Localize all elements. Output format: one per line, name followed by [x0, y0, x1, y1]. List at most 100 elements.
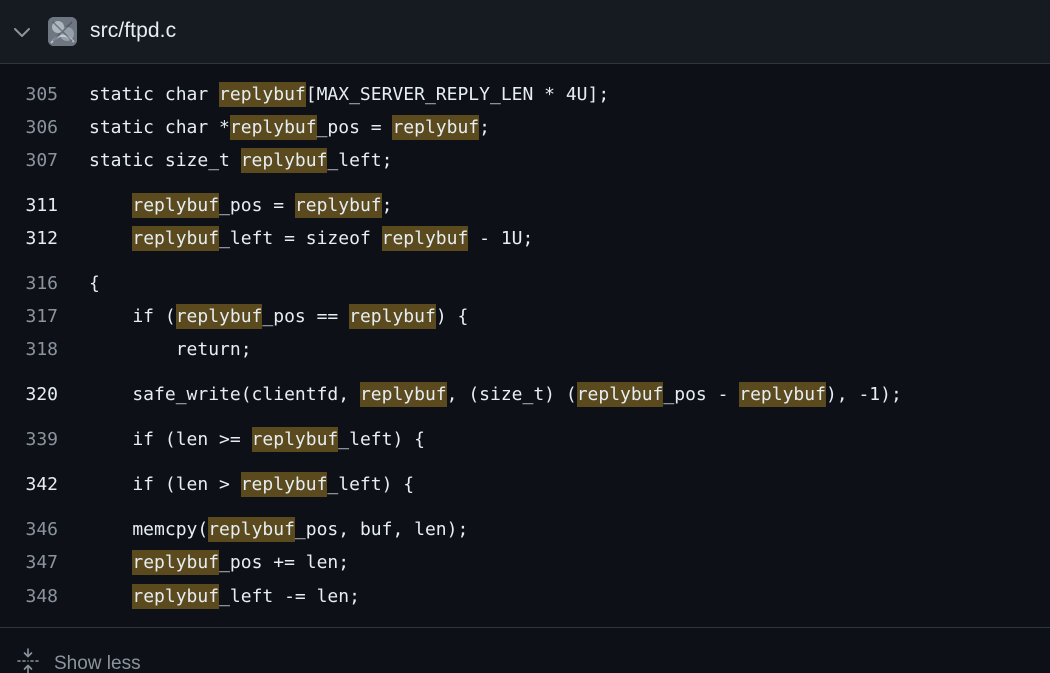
- search-match-highlight: replybuf: [208, 517, 295, 542]
- code-line: 311 replybuf_pos = replybuf;: [0, 191, 1050, 221]
- search-match-highlight: replybuf: [349, 304, 436, 329]
- line-number[interactable]: 342: [0, 470, 58, 500]
- line-number[interactable]: 318: [0, 335, 58, 365]
- code-token: , (size_t) (: [446, 384, 577, 405]
- search-match-highlight: replybuf: [132, 193, 220, 218]
- search-match-highlight: replybuf: [229, 115, 317, 140]
- code-token: ;: [479, 117, 490, 138]
- show-less-button[interactable]: Show less: [16, 648, 141, 673]
- snippet-footer: Show less: [0, 627, 1050, 673]
- code-token: _pos += len;: [219, 552, 350, 573]
- code-line: 306 static char *replybuf_pos = replybuf;: [0, 113, 1050, 143]
- search-match-highlight: replybuf: [392, 115, 480, 140]
- code-token: static char: [89, 84, 220, 105]
- code-token: _left;: [327, 150, 393, 171]
- search-match-highlight: replybuf: [132, 550, 220, 575]
- code-line: 312 replybuf_left = sizeof replybuf - 1U…: [0, 224, 1050, 254]
- search-match-highlight: replybuf: [359, 382, 447, 407]
- code-token: if (len >=: [89, 429, 252, 450]
- code-line: 348 replybuf_left -= len;: [0, 582, 1050, 612]
- line-number[interactable]: 311: [0, 191, 58, 221]
- code-token: ;: [381, 195, 393, 216]
- code-token: _pos =: [219, 195, 295, 216]
- search-match-highlight: replybuf: [739, 382, 826, 407]
- search-match-highlight: replybuf: [175, 304, 263, 329]
- code-token: _pos ==: [262, 306, 350, 327]
- line-number[interactable]: 307: [0, 146, 58, 176]
- code-token: _left = sizeof: [219, 228, 382, 249]
- code-token: _left) {: [327, 474, 415, 495]
- code-token: _left) {: [338, 429, 425, 450]
- line-number[interactable]: 305: [0, 80, 58, 110]
- code-line: 346 memcpy(replybuf_pos, buf, len);: [0, 515, 1050, 545]
- code-text: {: [89, 269, 100, 299]
- show-less-label: Show less: [54, 652, 141, 673]
- search-match-highlight: replybuf: [240, 148, 328, 173]
- search-match-highlight: replybuf: [219, 82, 306, 107]
- code-text: if (len >= replybuf_left) {: [89, 425, 425, 455]
- code-snippet: 305 static char replybuf[MAX_SERVER_REPLY…: [0, 64, 1050, 627]
- code-token: memcpy(: [89, 519, 209, 540]
- code-token: [MAX_SERVER_REPLY_LEN * 4U];: [305, 84, 610, 105]
- code-token: if (: [89, 306, 176, 327]
- line-number[interactable]: 339: [0, 425, 58, 455]
- code-search-result: src/ftpd.c 305 static char replybuf[MAX_S…: [0, 0, 1050, 673]
- code-text: static size_t replybuf_left;: [89, 146, 392, 176]
- code-line: 342 if (len > replybuf_left) {: [0, 470, 1050, 500]
- code-text: if (replybuf_pos == replybuf) {: [89, 302, 468, 332]
- code-token: static size_t: [89, 150, 241, 171]
- line-number[interactable]: 346: [0, 515, 58, 545]
- search-match-highlight: replybuf: [294, 193, 382, 218]
- code-token: _pos -: [663, 384, 740, 405]
- line-number[interactable]: 306: [0, 113, 58, 143]
- code-text: memcpy(replybuf_pos, buf, len);: [89, 515, 468, 545]
- search-match-highlight: replybuf: [381, 226, 469, 251]
- code-text: if (len > replybuf_left) {: [89, 470, 414, 500]
- file-path-link[interactable]: src/ftpd.c: [90, 19, 176, 43]
- search-match-highlight: replybuf: [251, 427, 339, 452]
- code-token: return;: [89, 339, 252, 360]
- code-token: _pos =: [316, 117, 393, 138]
- fold-icon: [16, 648, 40, 673]
- code-token: - 1U;: [468, 228, 534, 249]
- code-line: 316 {: [0, 269, 1050, 299]
- line-number[interactable]: 347: [0, 548, 58, 578]
- line-number[interactable]: 320: [0, 380, 58, 410]
- repo-owner-avatar: [48, 17, 77, 46]
- search-match-highlight: replybuf: [132, 226, 220, 251]
- code-line: 339 if (len >= replybuf_left) {: [0, 425, 1050, 455]
- code-text: safe_write(clientfd, replybuf, (size_t) …: [89, 380, 902, 410]
- code-token: _pos, buf, len);: [294, 519, 469, 540]
- line-number[interactable]: 312: [0, 224, 58, 254]
- code-token: ) {: [435, 306, 469, 327]
- search-match-highlight: replybuf: [576, 382, 664, 407]
- code-line: 305 static char replybuf[MAX_SERVER_REPLY…: [0, 80, 1050, 110]
- search-match-highlight: replybuf: [132, 584, 220, 609]
- code-text: replybuf_pos = replybuf;: [89, 191, 392, 221]
- line-number[interactable]: 317: [0, 302, 58, 332]
- code-token: {: [89, 273, 100, 294]
- code-text: replybuf_left -= len;: [89, 582, 360, 612]
- file-header: src/ftpd.c: [0, 0, 1050, 64]
- code-token: ), -1);: [825, 384, 902, 405]
- line-number[interactable]: 316: [0, 269, 58, 299]
- chevron-down-icon[interactable]: [12, 22, 32, 42]
- code-line: 307 static size_t replybuf_left;: [0, 146, 1050, 176]
- search-match-highlight: replybuf: [240, 472, 328, 497]
- code-text: replybuf_pos += len;: [89, 548, 349, 578]
- code-token: if (len >: [89, 474, 241, 495]
- code-line: 318 return;: [0, 335, 1050, 365]
- code-token: safe_write(clientfd,: [89, 384, 360, 405]
- code-text: static char *replybuf_pos = replybuf;: [89, 113, 490, 143]
- code-token: _left -= len;: [219, 586, 360, 607]
- code-line: 347 replybuf_pos += len;: [0, 548, 1050, 578]
- code-line: 320 safe_write(clientfd, replybuf, (size…: [0, 380, 1050, 410]
- line-number[interactable]: 348: [0, 582, 58, 612]
- code-text: replybuf_left = sizeof replybuf - 1U;: [89, 224, 533, 254]
- code-text: static char replybuf[MAX_SERVER_REPLY_LE…: [89, 80, 609, 110]
- code-token: static char *: [89, 117, 230, 138]
